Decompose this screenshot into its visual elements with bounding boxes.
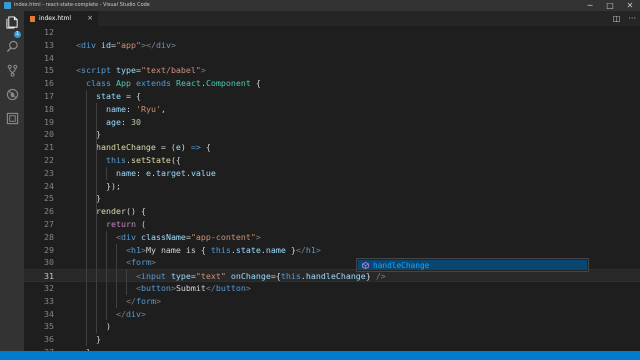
line-number: 16	[44, 78, 54, 89]
code-text: }	[76, 193, 101, 204]
vscode-logo-icon	[4, 2, 11, 9]
split-editor-icon[interactable]: ◫	[613, 14, 621, 23]
explorer-badge: 1	[14, 31, 21, 38]
code-text: name: 'Ryu',	[105, 103, 166, 114]
code-line[interactable]: 13 <div id="app"></div>	[24, 39, 640, 52]
html-file-icon	[30, 15, 35, 22]
extensions-icon[interactable]	[5, 111, 19, 125]
code-line[interactable]: 26 render() {	[24, 205, 640, 218]
code-line[interactable]: 35 )	[24, 320, 640, 333]
tab-bar: index.html × ◫ ···	[24, 11, 640, 26]
code-line[interactable]: 15 <script type="text/babel">	[24, 64, 640, 77]
line-number: 17	[44, 91, 54, 101]
code-text: this.setState({	[105, 155, 181, 165]
line-number: 19	[44, 116, 54, 127]
git-branch-icon[interactable]	[5, 63, 19, 77]
minimize-button[interactable]: ─	[580, 0, 600, 11]
line-number: 13	[44, 39, 54, 50]
files-icon[interactable]	[5, 15, 19, 29]
code-text: )	[76, 321, 111, 332]
code-text: }	[76, 129, 101, 140]
code-line[interactable]: 16 class App extends React.Component {	[24, 77, 640, 90]
indent-guide	[106, 166, 107, 180]
code-text: class App extends React.Component {	[86, 78, 261, 89]
indent-guide	[126, 269, 127, 295]
no-bug-icon[interactable]	[5, 87, 19, 101]
line-number: 28	[44, 231, 54, 242]
code-line[interactable]: 23 name: e.target.value	[24, 167, 640, 180]
more-actions-icon[interactable]: ···	[628, 14, 636, 23]
code-line[interactable]: 12	[24, 26, 640, 39]
indent-guide	[96, 102, 97, 334]
suggestion-label: handleChange	[373, 260, 430, 270]
code-line[interactable]: 36 }	[24, 333, 640, 346]
code-text: });	[76, 180, 121, 191]
line-number: 35	[44, 321, 54, 332]
line-number: 20	[44, 129, 54, 140]
code-line[interactable]: 27 return (	[24, 218, 640, 231]
line-number: 25	[44, 193, 54, 204]
method-icon	[362, 261, 369, 269]
code-line[interactable]: 18 name: 'Ryu',	[24, 103, 640, 116]
line-number: 24	[44, 180, 54, 191]
code-line[interactable]: 17 state = {	[24, 90, 640, 103]
code-text: <script type="text/babel">	[76, 65, 206, 76]
code-text: <button>Submit</button>	[135, 283, 251, 293]
code-line[interactable]: 24 });	[24, 180, 640, 193]
line-number: 23	[44, 167, 54, 178]
line-number: 14	[44, 52, 54, 63]
line-number: 22	[44, 155, 54, 165]
code-text: }	[76, 334, 101, 345]
code-text: <div className="app-content">	[115, 231, 261, 242]
code-line[interactable]: 21 handleChange = (e) => {	[24, 141, 640, 154]
line-number: 15	[44, 65, 54, 76]
editor-actions: ◫ ···	[613, 11, 636, 26]
indent-guide	[106, 230, 107, 321]
line-number: 29	[44, 244, 54, 255]
code-line[interactable]: 34 </div>	[24, 308, 640, 321]
code-line[interactable]: 14	[24, 52, 640, 65]
window-title: index.html - react-state-complete - Visu…	[14, 2, 150, 8]
code-line[interactable]: 20 }	[24, 128, 640, 141]
close-tab-icon[interactable]: ×	[87, 11, 93, 26]
code-text: <h1>My name is { this.state.name }</h1>	[125, 244, 321, 255]
line-number: 18	[44, 103, 54, 114]
tab-index-html[interactable]: index.html ×	[24, 11, 98, 26]
line-number: 27	[44, 219, 54, 229]
maximize-button[interactable]: □	[600, 0, 620, 11]
indent-guide	[116, 243, 117, 308]
indent-guide	[86, 90, 87, 346]
activity-bar: 1	[0, 11, 24, 351]
autocomplete-suggestion-widget: handleChange	[356, 258, 589, 272]
line-number: 32	[44, 283, 54, 293]
line-number: 21	[44, 142, 54, 153]
code-line[interactable]: 19 age: 30	[24, 116, 640, 129]
suggestion-item[interactable]: handleChange	[358, 260, 587, 270]
line-number: 36	[44, 334, 54, 345]
tab-label: index.html	[39, 15, 71, 22]
code-line[interactable]: 22 this.setState({	[24, 154, 640, 167]
code-editor[interactable]: 12 13 <div id="app"></div> 14 15 <script type…	[24, 26, 640, 351]
line-number: 12	[44, 27, 54, 37]
line-number: 34	[44, 308, 54, 319]
line-number: 26	[44, 206, 54, 217]
code-text: </form>	[125, 295, 161, 306]
code-line[interactable]: 28 <div className="app-content">	[24, 231, 640, 244]
code-line[interactable]: 25 }	[24, 192, 640, 205]
code-text: <div id="app"></div>	[76, 39, 176, 50]
search-icon[interactable]	[5, 39, 19, 53]
close-window-button[interactable]: ✕	[620, 0, 640, 11]
line-number: 33	[44, 295, 54, 306]
title-bar: index.html - react-state-complete - Visu…	[0, 0, 640, 11]
status-bar	[0, 351, 640, 360]
line-number: 30	[44, 257, 54, 268]
